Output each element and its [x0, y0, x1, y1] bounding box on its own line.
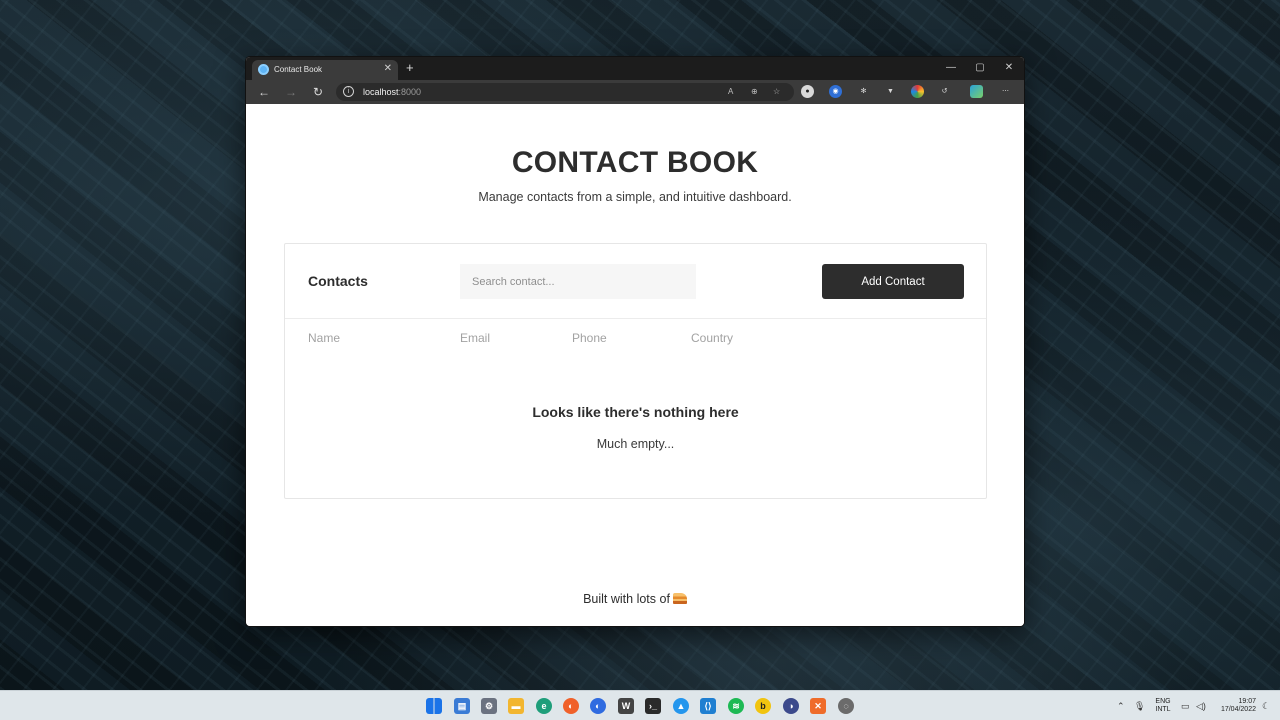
notifications-icon[interactable]: ☾ — [1262, 701, 1270, 711]
firefox-icon[interactable]: ◐ — [563, 698, 579, 714]
app-notification-icon[interactable]: ◌ — [838, 698, 854, 714]
browser-titlebar: Contact Book ✕ + — ▢ ✕ — [246, 57, 1024, 80]
terminal-icon[interactable]: ›_ — [645, 698, 661, 714]
show-hidden-icons-icon[interactable]: ⌃ — [1117, 701, 1125, 711]
spotify-icon[interactable]: ≋ — [728, 698, 744, 714]
browser-tab[interactable]: Contact Book ✕ — [252, 60, 398, 80]
contacts-card: Contacts Add Contact Name Email Phone Co… — [284, 243, 987, 499]
empty-state-title: Looks like there's nothing here — [532, 404, 739, 420]
favorites-icon[interactable]: ☆ — [773, 86, 780, 98]
cake-icon — [672, 593, 687, 604]
page-footer: Built with lots of — [246, 592, 1024, 606]
docker-icon[interactable]: ▲ — [673, 698, 689, 714]
color-picker-icon[interactable] — [911, 85, 924, 98]
settings-icon[interactable]: ⚙ — [481, 698, 497, 714]
network-icon[interactable]: ▭ — [1181, 701, 1190, 711]
browser-toolbar: ← → ↻ i localhost:8000 A ⊕ ☆ ● ◉ ✻ ▼ ↺ ⋯ — [246, 80, 1024, 104]
contacts-card-header: Contacts Add Contact — [285, 244, 986, 319]
minimize-icon[interactable]: — — [941, 60, 961, 76]
search-input[interactable] — [460, 264, 696, 299]
footer-text: Built with lots of — [583, 592, 670, 606]
contacts-heading: Contacts — [308, 273, 368, 289]
empty-state-subtitle: Much empty... — [596, 437, 675, 451]
notion-icon[interactable]: W — [618, 698, 634, 714]
app-icon[interactable]: ◑ — [783, 698, 799, 714]
volume-icon[interactable]: ◁) — [1196, 701, 1206, 711]
contact-book-page: CONTACT BOOK Manage contacts from a simp… — [246, 104, 1024, 626]
firefox-dev-icon[interactable]: ◐ — [590, 698, 606, 714]
column-header-email: Email — [460, 331, 491, 345]
language-indicator[interactable]: ENG INTL — [1153, 698, 1173, 714]
page-subtitle: Manage contacts from a simple, and intui… — [478, 190, 792, 204]
close-window-icon[interactable]: ✕ — [999, 60, 1019, 76]
extension-vue-icon[interactable]: ▼ — [884, 85, 897, 98]
new-tab-button[interactable]: + — [406, 61, 414, 75]
password-manager-icon[interactable]: ◉ — [829, 85, 842, 98]
windows-taskbar: ▤ ⚙ ▬ e ◐ ◐ W ›_ ▲ ⟨⟩ ≋ b ◑ ✕ ◌ ⌃ 🎙︎ ENG… — [0, 690, 1280, 720]
bitwarden-icon[interactable]: b — [755, 698, 771, 714]
page-title: CONTACT BOOK — [511, 146, 759, 179]
address-url: localhost:8000 — [363, 87, 422, 97]
extension-1-icon[interactable]: ● — [801, 85, 814, 98]
extension-react-icon[interactable]: ✻ — [857, 85, 870, 98]
clock[interactable]: 19:07 17/04/2022 — [1212, 698, 1256, 714]
tab-favicon-icon — [258, 64, 269, 75]
widgets-icon[interactable]: ▤ — [454, 698, 470, 714]
vscode-icon[interactable]: ⟨⟩ — [700, 698, 716, 714]
read-aloud-icon[interactable]: A — [728, 86, 733, 98]
file-explorer-icon[interactable]: ▬ — [508, 698, 524, 714]
zoom-icon[interactable]: ⊕ — [751, 86, 758, 98]
tab-close-icon[interactable]: ✕ — [384, 63, 392, 75]
start-menu-icon[interactable] — [426, 698, 442, 714]
back-icon[interactable]: ← — [256, 84, 272, 100]
column-header-phone: Phone — [572, 331, 607, 345]
forward-icon[interactable]: → — [283, 84, 299, 100]
reload-icon[interactable]: ↻ — [310, 84, 326, 100]
address-bar[interactable]: i localhost:8000 A ⊕ ☆ — [336, 83, 794, 101]
xampp-icon[interactable]: ✕ — [810, 698, 826, 714]
edge-browser-icon[interactable]: e — [536, 698, 552, 714]
profile-icon[interactable] — [970, 85, 983, 98]
refresh-extension-icon[interactable]: ↺ — [938, 85, 951, 98]
column-header-name: Name — [308, 331, 341, 345]
browser-window: Contact Book ✕ + — ▢ ✕ ← → ↻ i localhost… — [246, 57, 1024, 626]
maximize-icon[interactable]: ▢ — [970, 60, 990, 76]
site-info-icon[interactable]: i — [343, 86, 354, 97]
microphone-icon[interactable]: 🎙︎ — [1134, 701, 1145, 711]
add-contact-button[interactable]: Add Contact — [822, 264, 964, 299]
menu-icon[interactable]: ⋯ — [999, 85, 1012, 98]
column-header-country: Country — [691, 331, 734, 345]
tab-title: Contact Book — [274, 65, 323, 74]
